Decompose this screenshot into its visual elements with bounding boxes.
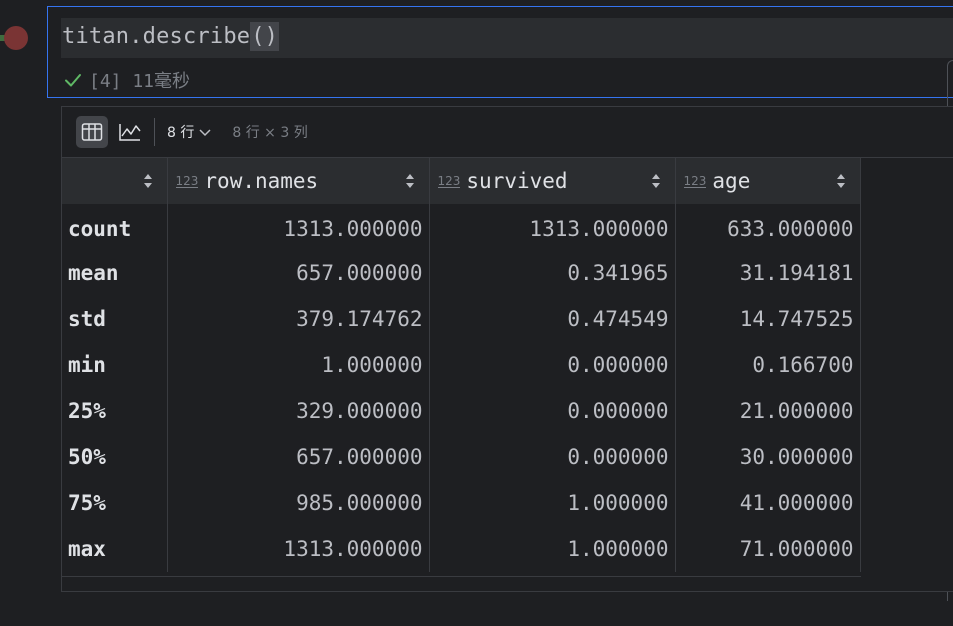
table-cell[interactable]: 0.341965 <box>429 250 676 296</box>
matched-parens: () <box>250 22 280 51</box>
table-cell[interactable]: 985.000000 <box>167 480 430 526</box>
table-row[interactable]: count 1313.000000 1313.000000 633.000000 <box>62 204 861 250</box>
table-cell[interactable]: 31.194181 <box>675 250 861 296</box>
chevron-down-icon <box>199 129 211 137</box>
table-cell[interactable]: 329.000000 <box>167 388 430 434</box>
breakpoint-icon[interactable] <box>4 26 28 50</box>
table-cell[interactable]: 657.000000 <box>167 434 430 480</box>
table-cell[interactable]: 0.166700 <box>675 342 861 388</box>
numeric-type-icon: 123 <box>683 173 707 188</box>
column-header-row-names[interactable]: 123 row.names <box>167 158 430 204</box>
table-cell[interactable]: 71.000000 <box>675 526 861 572</box>
table-dimensions: 8 行 × 3 列 <box>232 125 308 141</box>
table-row[interactable]: 50% 657.000000 0.000000 30.000000 <box>62 434 861 480</box>
rows-dropdown[interactable]: 8 行 <box>167 122 212 142</box>
sort-icon[interactable] <box>836 172 846 190</box>
table-cell[interactable]: 0.000000 <box>429 388 676 434</box>
table-row[interactable]: 75% 985.000000 1.000000 41.000000 <box>62 480 861 526</box>
sort-icon[interactable] <box>405 172 415 190</box>
rows-dropdown-label: 8 行 <box>167 125 195 141</box>
table-cell[interactable]: 633.000000 <box>675 204 861 250</box>
table-row[interactable]: std 379.174762 0.474549 14.747525 <box>62 296 861 342</box>
column-header-index[interactable] <box>62 158 168 204</box>
table-icon <box>81 123 103 141</box>
table-cell[interactable]: 657.000000 <box>167 250 430 296</box>
column-header-age[interactable]: 123 age <box>675 158 861 204</box>
row-index-cell[interactable]: max <box>62 526 168 572</box>
table-cell[interactable]: 0.000000 <box>429 342 676 388</box>
numeric-type-icon: 123 <box>175 173 199 188</box>
check-icon <box>65 74 81 87</box>
toolbar-separator <box>154 118 155 146</box>
sort-icon[interactable] <box>651 172 661 190</box>
table-cell[interactable]: 0.474549 <box>429 296 676 342</box>
table-cell[interactable]: 1.000000 <box>429 480 676 526</box>
row-index-cell[interactable]: count <box>62 204 168 250</box>
table-cell[interactable]: 1.000000 <box>429 526 676 572</box>
code-editor-line[interactable]: titan.describe() <box>61 18 953 58</box>
table-row[interactable]: max 1313.000000 1.000000 71.000000 <box>62 526 861 572</box>
chart-icon <box>119 124 141 141</box>
column-header-survived[interactable]: 123 survived <box>429 158 676 204</box>
row-index-cell[interactable]: mean <box>62 250 168 296</box>
table-view-button[interactable] <box>76 116 108 148</box>
execution-status-text: [4] 11毫秒 <box>89 71 191 92</box>
cell-output: 8 行 8 行 × 3 列 123 row.names 123 survived… <box>61 106 953 592</box>
table-cell[interactable]: 21.000000 <box>675 388 861 434</box>
table-cell[interactable]: 41.000000 <box>675 480 861 526</box>
notebook-cell[interactable]: titan.describe() [4] 11毫秒 <box>47 6 953 98</box>
table-cell[interactable]: 1313.000000 <box>429 204 676 250</box>
table-cell[interactable]: 14.747525 <box>675 296 861 342</box>
table-bottom-border <box>62 576 861 577</box>
table-cell[interactable]: 1313.000000 <box>167 204 430 250</box>
table-cell[interactable]: 379.174762 <box>167 296 430 342</box>
table-row[interactable]: 25% 329.000000 0.000000 21.000000 <box>62 388 861 434</box>
numeric-type-icon: 123 <box>437 173 461 188</box>
output-toolbar: 8 行 8 行 × 3 列 <box>62 107 953 158</box>
table-cell[interactable]: 1.000000 <box>167 342 430 388</box>
describe-table: 123 row.names 123 survived 123 age count… <box>62 158 861 572</box>
code-text: titan.describe() <box>62 22 280 51</box>
row-index-cell[interactable]: 50% <box>62 434 168 480</box>
row-index-cell[interactable]: min <box>62 342 168 388</box>
table-row[interactable]: mean 657.000000 0.341965 31.194181 <box>62 250 861 296</box>
sort-icon[interactable] <box>143 172 153 190</box>
table-cell[interactable]: 1313.000000 <box>167 526 430 572</box>
row-index-cell[interactable]: 75% <box>62 480 168 526</box>
execution-status: [4] 11毫秒 <box>63 67 190 93</box>
table-cell[interactable]: 30.000000 <box>675 434 861 480</box>
table-cell[interactable]: 0.000000 <box>429 434 676 480</box>
row-index-cell[interactable]: 25% <box>62 388 168 434</box>
table-row[interactable]: min 1.000000 0.000000 0.166700 <box>62 342 861 388</box>
chart-view-button[interactable] <box>114 116 146 148</box>
row-index-cell[interactable]: std <box>62 296 168 342</box>
